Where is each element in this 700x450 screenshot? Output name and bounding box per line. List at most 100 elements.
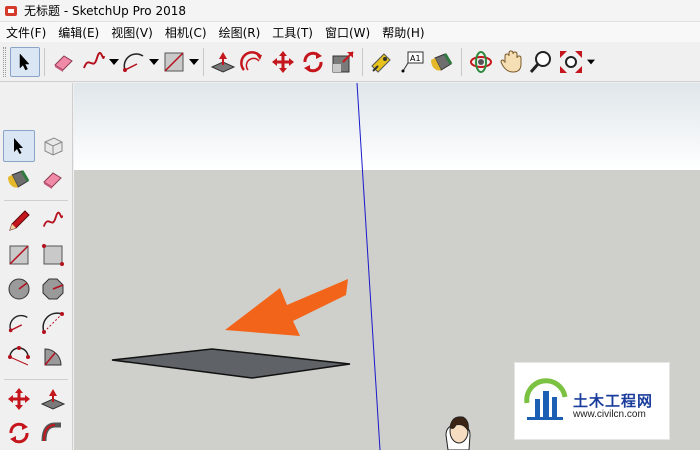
left-two-point-arc-button[interactable] <box>37 307 69 339</box>
zoom-tool-button[interactable] <box>526 47 556 77</box>
rotate-icon <box>9 422 29 444</box>
left-eraser-button[interactable] <box>37 163 69 195</box>
toolbar-separator <box>461 47 462 76</box>
arc-dropdown-button[interactable] <box>149 47 159 77</box>
orbit-icon <box>470 50 492 73</box>
push-pull-icon <box>210 51 236 73</box>
rectangle-icon <box>164 51 184 72</box>
left-paint-bucket-button[interactable] <box>3 163 35 195</box>
left-follow-me-button[interactable] <box>37 417 69 449</box>
left-toolbar-separator <box>4 379 68 380</box>
select-arrow-icon <box>14 138 23 154</box>
left-line-button[interactable] <box>3 205 35 237</box>
text-tool-button[interactable]: A1 <box>397 47 427 77</box>
two-point-arc-icon <box>42 312 64 334</box>
paint-bucket-icon <box>8 170 30 188</box>
select-tool-button[interactable] <box>10 46 40 77</box>
rotated-rectangle-icon <box>42 244 64 266</box>
left-rotate-button[interactable] <box>3 417 35 449</box>
chevron-down-icon <box>189 58 199 65</box>
annotation-arrow <box>225 279 348 336</box>
left-circle-button[interactable] <box>3 273 35 305</box>
left-push-pull-button[interactable] <box>37 383 69 415</box>
paint-bucket-tool-button[interactable] <box>427 47 457 77</box>
menu-view[interactable]: 视图(V) <box>105 24 159 41</box>
left-move-button[interactable] <box>3 383 35 415</box>
main-toolbar: A1 <box>0 42 700 82</box>
menu-help[interactable]: 帮助(H) <box>376 24 430 41</box>
watermark-url: www.civilcn.com <box>573 409 646 420</box>
left-select-button[interactable] <box>3 130 35 162</box>
left-freehand-button[interactable] <box>37 205 69 237</box>
push-pull-tool-button[interactable] <box>208 47 238 77</box>
left-rotated-rectangle-button[interactable] <box>37 239 69 271</box>
chevron-down-icon <box>587 59 595 64</box>
polygon-icon <box>42 278 64 300</box>
arc-tool-button[interactable] <box>119 47 149 77</box>
offset-icon <box>240 50 262 71</box>
freehand-dropdown-button[interactable] <box>109 47 119 77</box>
menu-file[interactable]: 文件(F) <box>0 24 52 41</box>
menu-window[interactable]: 窗口(W) <box>319 24 376 41</box>
pencil-line-icon <box>9 210 30 231</box>
pan-hand-icon <box>500 49 522 73</box>
menu-draw[interactable]: 绘图(R) <box>213 24 267 41</box>
chevron-down-icon <box>149 58 159 65</box>
toolbar-grip[interactable] <box>3 46 6 77</box>
left-arc-button[interactable] <box>3 307 35 339</box>
watermark-logo-box: 土木工程网 www.civilcn.com <box>514 362 670 440</box>
chevron-down-icon <box>109 58 119 65</box>
scale-tool-button[interactable] <box>328 47 358 77</box>
blue-axis <box>356 83 381 450</box>
toolbar-separator <box>362 47 363 76</box>
rectangle-face[interactable] <box>111 348 351 379</box>
text-tool-caption: A1 <box>410 54 421 63</box>
eraser-icon <box>43 172 62 189</box>
freehand-tool-button[interactable] <box>79 47 109 77</box>
rectangle-tool-button[interactable] <box>159 47 189 77</box>
follow-me-icon <box>41 422 61 442</box>
orbit-tool-button[interactable] <box>466 47 496 77</box>
left-toolbar-separator <box>4 200 68 201</box>
scale-figure-person[interactable] <box>445 416 471 450</box>
window-title: 无标题 - SketchUp Pro 2018 <box>24 4 186 18</box>
move-icon <box>8 388 30 410</box>
large-tool-set <box>0 83 73 450</box>
menu-edit[interactable]: 编辑(E) <box>52 24 105 41</box>
zoom-extents-tool-button[interactable] <box>556 47 586 77</box>
tape-measure-tool-button[interactable] <box>367 47 397 77</box>
push-pull-icon <box>40 389 66 410</box>
pie-icon <box>44 348 62 366</box>
menu-tools[interactable]: 工具(T) <box>266 24 319 41</box>
freehand-icon <box>83 51 105 68</box>
zoom-icon <box>529 50 551 73</box>
select-arrow-icon <box>19 52 30 70</box>
left-polygon-button[interactable] <box>37 273 69 305</box>
pan-tool-button[interactable] <box>496 47 526 77</box>
rectangle-dropdown-button[interactable] <box>189 47 199 77</box>
offset-tool-button[interactable] <box>238 47 268 77</box>
tape-measure-icon <box>371 52 391 73</box>
toolbar-separator <box>203 47 204 76</box>
eraser-tool-button[interactable] <box>49 47 79 77</box>
toolbar-separator <box>44 47 45 76</box>
text-label-icon: A1 <box>401 51 424 72</box>
rectangle-icon <box>9 245 29 265</box>
civilcn-logo-icon <box>524 378 568 420</box>
toolbar-overflow-button[interactable] <box>586 47 596 77</box>
left-component-button[interactable] <box>37 130 69 162</box>
left-rectangle-button[interactable] <box>3 239 35 271</box>
zoom-extents-icon <box>560 50 582 73</box>
three-point-arc-icon <box>8 346 30 366</box>
menu-bar: 文件(F) 编辑(E) 视图(V) 相机(C) 绘图(R) 工具(T) 窗口(W… <box>0 22 700 42</box>
left-pie-button[interactable] <box>37 341 69 373</box>
move-icon <box>272 50 294 73</box>
freehand-icon <box>42 211 64 227</box>
move-tool-button[interactable] <box>268 47 298 77</box>
menu-camera[interactable]: 相机(C) <box>159 24 213 41</box>
rotate-tool-button[interactable] <box>298 47 328 77</box>
rotate-icon <box>303 51 323 72</box>
left-three-point-arc-button[interactable] <box>3 341 35 373</box>
eraser-icon <box>54 54 73 72</box>
scale-icon <box>332 50 354 72</box>
